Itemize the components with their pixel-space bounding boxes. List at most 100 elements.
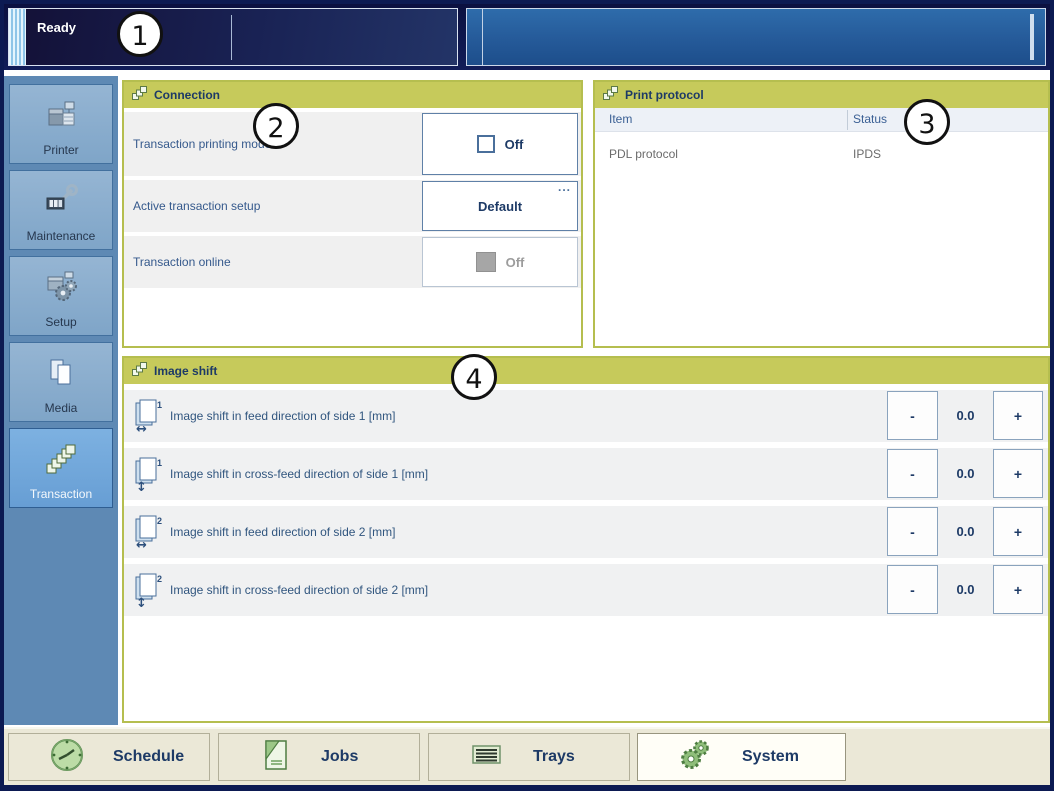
setting-row-transaction-online: Transaction online Off	[124, 236, 581, 288]
feed-direction-arrow-icon: ↔	[136, 422, 147, 437]
panel-title: Connection	[154, 88, 220, 102]
protocol-item-cell: PDL protocol	[609, 147, 678, 161]
side-number: 2	[156, 574, 162, 584]
maintenance-icon	[43, 183, 79, 224]
column-header-status: Status	[853, 112, 888, 126]
printer-status-text: Ready	[37, 20, 77, 35]
sidebar-item-setup[interactable]: Setup	[9, 256, 113, 336]
image-shift-row-feed-side1: 1 ↔ Image shift in feed direction of sid…	[124, 390, 1048, 442]
tab-label: Schedule	[113, 748, 185, 765]
sidebar-item-transaction[interactable]: Transaction	[9, 428, 113, 508]
trays-stack-icon	[469, 740, 505, 775]
sidebar-item-label: Maintenance	[26, 229, 96, 243]
increase-button[interactable]: +	[993, 507, 1043, 556]
tab-schedule[interactable]: Schedule	[8, 733, 210, 781]
column-header-item: Item	[609, 112, 633, 126]
image-shift-panel: Image shift 1 ↔ Image shift in feed dire…	[122, 356, 1050, 723]
system-sidebar: Printer Maintenance Setup Media Transact…	[4, 76, 118, 725]
connection-panel-header: Connection	[124, 82, 581, 108]
setting-value: Default	[477, 198, 523, 214]
cascade-pages-icon	[603, 85, 618, 105]
tab-trays[interactable]: Trays	[428, 733, 630, 781]
cascade-pages-icon	[132, 361, 147, 381]
cross-feed-direction-arrow-icon: ↕	[136, 480, 147, 495]
setting-label: Transaction printing mode	[133, 137, 272, 151]
cross-feed-direction-arrow-icon: ↕	[136, 596, 147, 611]
shift-value: 0.0	[956, 408, 975, 423]
scroll-indicator	[1030, 14, 1034, 60]
protocol-table-header: Item Status	[595, 108, 1048, 132]
image-shift-row-crossfeed-side1: 1 ↕ Image shift in cross-feed direction …	[124, 448, 1048, 500]
decrease-button[interactable]: -	[887, 391, 938, 440]
sidebar-item-media[interactable]: Media	[9, 342, 113, 422]
tab-label: Jobs	[321, 748, 359, 765]
tab-label: Trays	[533, 748, 575, 765]
system-gears-icon	[678, 737, 714, 778]
message-panel-divider	[482, 9, 483, 65]
image-shift-row-crossfeed-side2: 2 ↕ Image shift in cross-feed direction …	[124, 564, 1048, 616]
transaction-online-button[interactable]: Off	[422, 237, 578, 287]
toggle-disabled-icon	[475, 252, 496, 272]
sidebar-item-label: Setup	[45, 315, 77, 329]
more-options-indicator: ...	[557, 180, 571, 194]
callout-3: 3	[904, 99, 950, 145]
status-panel-divider	[231, 15, 232, 60]
increase-button[interactable]: +	[993, 391, 1043, 440]
page-crossfeed-shift-icon: 1 ↕	[135, 457, 163, 495]
setting-row-active-transaction-setup: Active transaction setup ... Default	[124, 180, 581, 232]
status-accent-stripe	[9, 9, 26, 65]
increase-button[interactable]: +	[993, 449, 1043, 498]
sidebar-item-label: Media	[44, 401, 78, 415]
message-panel	[466, 8, 1046, 66]
setting-value: Off	[504, 136, 524, 152]
shift-value: 0.0	[956, 524, 975, 539]
sidebar-item-maintenance[interactable]: Maintenance	[9, 170, 113, 250]
side-number: 1	[156, 458, 162, 468]
sidebar-item-label: Transaction	[29, 487, 93, 501]
tab-label: System	[742, 748, 799, 765]
feed-direction-arrow-icon: ↔	[136, 538, 147, 553]
page-feed-shift-icon: 1 ↔	[135, 399, 163, 437]
jobs-document-icon	[259, 737, 293, 778]
sidebar-item-label: Printer	[43, 143, 79, 157]
setup-icon	[43, 269, 79, 310]
page-feed-shift-icon: 2 ↔	[135, 515, 163, 553]
callout-2: 2	[253, 103, 299, 149]
setting-label: Image shift in feed direction of side 1 …	[170, 409, 396, 423]
sidebar-item-printer[interactable]: Printer	[9, 84, 113, 164]
schedule-clock-icon	[49, 737, 85, 778]
setting-label: Transaction online	[133, 255, 231, 269]
decrease-button[interactable]: -	[887, 565, 938, 614]
setting-label: Image shift in feed direction of side 2 …	[170, 525, 396, 539]
printer-control-screen: Ready Printer Maintenance Setup Media Tr…	[0, 0, 1054, 791]
table-row: PDL protocol IPDS	[595, 132, 1048, 176]
print-protocol-panel: Print protocol Item Status PDL protocol …	[593, 80, 1050, 348]
active-transaction-setup-button[interactable]: ... Default	[422, 181, 578, 231]
setting-label: Image shift in cross-feed direction of s…	[170, 583, 429, 597]
media-icon	[43, 355, 79, 396]
increase-button[interactable]: +	[993, 565, 1043, 614]
bottom-tab-bar: Schedule Jobs Trays System	[4, 727, 1050, 785]
connection-panel: Connection Transaction printing mode Off…	[122, 80, 583, 348]
page-crossfeed-shift-icon: 2 ↕	[135, 573, 163, 611]
print-protocol-panel-header: Print protocol	[595, 82, 1048, 108]
cascade-pages-icon	[132, 85, 147, 105]
printer-status-panel: Ready	[8, 8, 458, 66]
shift-value: 0.0	[956, 466, 975, 481]
setting-label: Active transaction setup	[133, 199, 261, 213]
shift-value: 0.0	[956, 582, 975, 597]
tab-jobs[interactable]: Jobs	[218, 733, 420, 781]
image-shift-row-feed-side2: 2 ↔ Image shift in feed direction of sid…	[124, 506, 1048, 558]
column-divider	[847, 110, 848, 130]
checkbox-unchecked-icon	[476, 135, 495, 153]
setting-row-transaction-printing-mode: Transaction printing mode Off	[124, 112, 581, 176]
tab-system[interactable]: System	[637, 733, 846, 781]
protocol-status-cell: IPDS	[853, 147, 882, 161]
decrease-button[interactable]: -	[887, 507, 938, 556]
side-number: 1	[156, 400, 162, 410]
transaction-printing-mode-button[interactable]: Off	[422, 113, 578, 175]
side-number: 2	[156, 516, 162, 526]
decrease-button[interactable]: -	[887, 449, 938, 498]
callout-4: 4	[451, 354, 497, 400]
setting-label: Image shift in cross-feed direction of s…	[170, 467, 429, 481]
